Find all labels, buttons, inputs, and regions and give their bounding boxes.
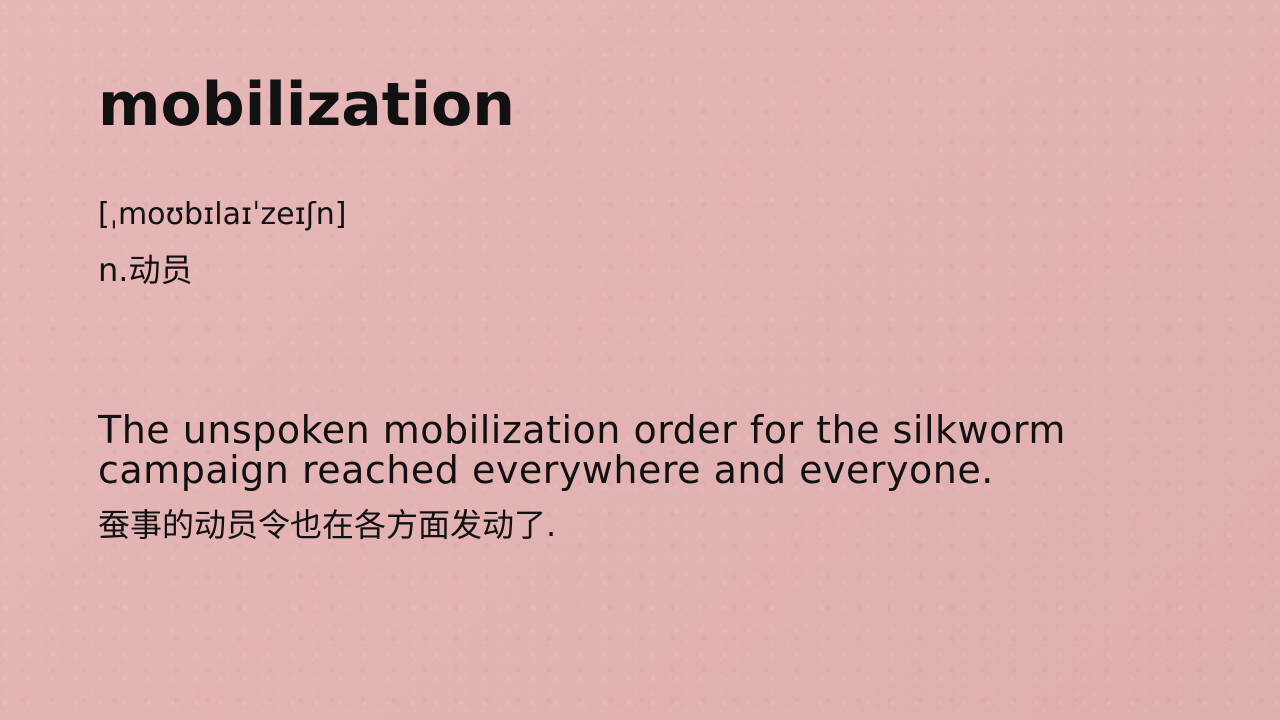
headword: mobilization <box>98 70 515 140</box>
example-sentence-english: The unspoken mobilization order for the … <box>98 408 1066 492</box>
phonetic-transcription: [ˌmoʊbɪlaɪˈzeɪʃn] <box>98 197 347 232</box>
example-sentence-chinese: 蚕事的动员令也在各方面发动了. <box>98 506 557 544</box>
part-of-speech-definition: n.动员 <box>98 251 193 289</box>
vocabulary-slide: mobilization [ˌmoʊbɪlaɪˈzeɪʃn] n.动员 The … <box>0 0 1280 720</box>
